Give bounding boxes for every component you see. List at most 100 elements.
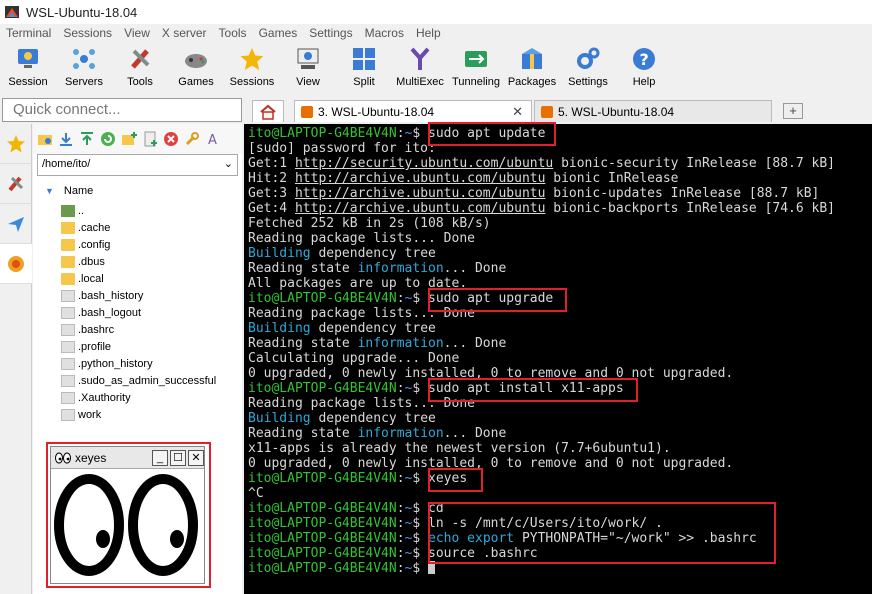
- list-item[interactable]: .bashrc: [33, 321, 242, 338]
- close-icon[interactable]: ✕: [188, 449, 204, 466]
- new-tab-button[interactable]: +: [783, 103, 803, 119]
- terminal-text: :: [396, 501, 405, 516]
- toolbar-session-button[interactable]: Session: [0, 42, 56, 94]
- minimize-icon[interactable]: _: [152, 449, 168, 466]
- menu-item-x-server[interactable]: X server: [156, 26, 213, 40]
- view-icon: [297, 48, 319, 69]
- svg-text:?: ?: [640, 50, 649, 69]
- toolbar-label: Help: [632, 76, 656, 88]
- terminal-line: Reading state information... Done: [248, 426, 872, 441]
- terminal-line: [sudo] password for ito:: [248, 141, 872, 156]
- new-file-icon[interactable]: [142, 131, 158, 147]
- multiexec-icon: [410, 47, 430, 70]
- menu-item-view[interactable]: View: [118, 26, 156, 40]
- xeyes-title-bar[interactable]: xeyes _ ☐ ✕: [51, 447, 204, 469]
- maximize-icon[interactable]: ☐: [170, 449, 186, 466]
- window-title: WSL-Ubuntu-18.04: [26, 4, 138, 20]
- menu-item-macros[interactable]: Macros: [359, 26, 410, 40]
- list-item[interactable]: .bash_logout: [33, 304, 242, 321]
- list-item[interactable]: ..: [33, 202, 242, 219]
- terminal-text: information: [357, 336, 444, 351]
- tab-wsl-3[interactable]: 3. WSL-Ubuntu-18.04 ✕: [294, 100, 532, 122]
- toolbar-tunneling-button[interactable]: Tunneling: [448, 42, 504, 94]
- terminal-text: dependency tree: [310, 321, 436, 336]
- highlight-apt-update: [428, 122, 556, 146]
- menu-item-terminal[interactable]: Terminal: [0, 26, 57, 40]
- home-tab[interactable]: [252, 100, 284, 122]
- toolbar-packages-button[interactable]: Packages: [504, 42, 560, 94]
- terminal-prompt: ito@LAPTOP-G4BE4V4N: [248, 516, 397, 531]
- toolbar-help-button[interactable]: ? Help: [616, 42, 672, 94]
- list-item[interactable]: work: [33, 406, 242, 423]
- list-item[interactable]: .python_history: [33, 355, 242, 372]
- rename-icon[interactable]: A: [205, 131, 221, 147]
- file-name: .config: [78, 238, 111, 251]
- terminal-line: Get:4 http://archive.ubuntu.com/ubuntu b…: [248, 201, 872, 216]
- terminal-text: Reading state: [248, 336, 358, 351]
- terminal-text: Reading package lists... Done: [248, 231, 475, 246]
- file-list-header[interactable]: ▼ Name: [33, 180, 242, 202]
- list-item[interactable]: .cache: [33, 219, 242, 236]
- upload-icon[interactable]: [79, 131, 95, 147]
- sidebar-sessions-button[interactable]: [0, 124, 32, 164]
- open-folder-icon[interactable]: [37, 131, 53, 147]
- sidebar-macros-button[interactable]: [0, 204, 32, 244]
- new-folder-icon[interactable]: [121, 131, 137, 147]
- toolbar-split-button[interactable]: Split: [336, 42, 392, 94]
- toolbar-multiexec-button[interactable]: MultiExec: [392, 42, 448, 94]
- download-icon[interactable]: [58, 131, 74, 147]
- menu-item-games[interactable]: Games: [253, 26, 304, 40]
- terminal-text: dependency tree: [310, 411, 436, 426]
- delete-icon[interactable]: [163, 131, 179, 147]
- toolbar-settings-button[interactable]: Settings: [560, 42, 616, 94]
- menu-item-tools[interactable]: Tools: [213, 26, 253, 40]
- file-icon: [61, 391, 75, 404]
- list-item[interactable]: .Xauthority: [33, 389, 242, 406]
- terminal-line: Calculating upgrade... Done: [248, 351, 872, 366]
- terminal-text: Get:4: [248, 201, 295, 216]
- toolbar-sessions-button[interactable]: Sessions: [224, 42, 280, 94]
- toolbar-tools-button[interactable]: Tools: [112, 42, 168, 94]
- toolbar-label: Session: [8, 76, 48, 88]
- terminal-text: :: [396, 381, 405, 396]
- quick-connect-input[interactable]: Quick connect...: [2, 98, 242, 122]
- toolbar-view-button[interactable]: View: [280, 42, 336, 94]
- paper-plane-icon: [8, 216, 24, 232]
- toolbar-games-button[interactable]: Games: [168, 42, 224, 94]
- eyes-icon: [55, 452, 71, 463]
- toolbar-servers-button[interactable]: Servers: [56, 42, 112, 94]
- path-dropdown[interactable]: /home/ito/ ⌄: [37, 154, 238, 176]
- terminal-text: $: [412, 531, 429, 546]
- list-item[interactable]: .dbus: [33, 253, 242, 270]
- sort-arrow-icon: ▼: [45, 186, 54, 196]
- list-item[interactable]: .sudo_as_admin_successful: [33, 372, 242, 389]
- list-item[interactable]: .bash_history: [33, 287, 242, 304]
- menu-item-help[interactable]: Help: [410, 26, 447, 40]
- menu-item-sessions[interactable]: Sessions: [57, 26, 118, 40]
- name-column-header: Name: [63, 185, 94, 197]
- sidebar-sftp-button[interactable]: [0, 244, 32, 284]
- terminal-text: Reading state: [248, 261, 358, 276]
- tab-wsl-5[interactable]: 5. WSL-Ubuntu-18.04: [534, 100, 772, 122]
- close-icon[interactable]: ✕: [512, 104, 523, 120]
- file-name: .Xauthority: [78, 391, 131, 404]
- file-icon: [61, 340, 75, 353]
- tab-label: 5. WSL-Ubuntu-18.04: [558, 104, 675, 119]
- wrench-icon[interactable]: [184, 131, 200, 147]
- menu-item-settings[interactable]: Settings: [303, 26, 358, 40]
- packages-icon: [522, 48, 542, 69]
- terminal-line: Reading package lists... Done: [248, 231, 872, 246]
- tunneling-icon: [465, 51, 487, 67]
- list-item[interactable]: .profile: [33, 338, 242, 355]
- ubuntu-icon: [301, 105, 313, 118]
- terminal-prompt: ito@LAPTOP-G4BE4V4N: [248, 381, 397, 396]
- terminal-line: Reading state information... Done: [248, 261, 872, 276]
- terminal-prompt: ito@LAPTOP-G4BE4V4N: [248, 471, 397, 486]
- sidebar-tools-button[interactable]: [0, 164, 32, 204]
- xeyes-title: xeyes: [75, 450, 107, 465]
- file-name: .bashrc: [78, 323, 115, 336]
- list-item[interactable]: .config: [33, 236, 242, 253]
- terminal-text: Building: [248, 246, 311, 261]
- refresh-icon[interactable]: [100, 131, 116, 147]
- list-item[interactable]: .local: [33, 270, 242, 287]
